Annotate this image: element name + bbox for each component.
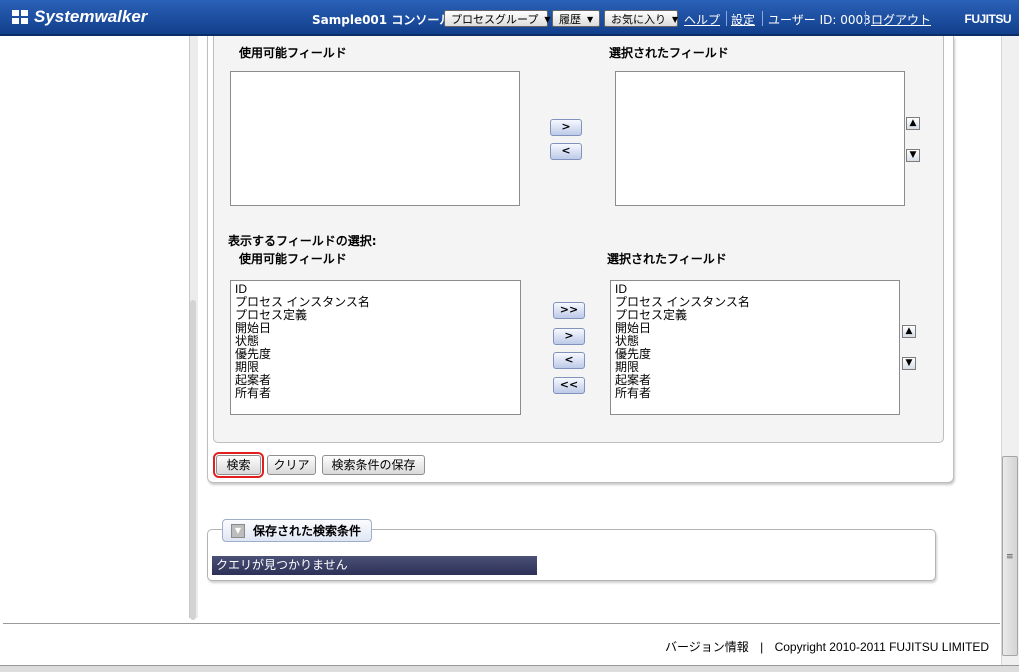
remove-all-button[interactable]: << (553, 377, 585, 394)
history-menu-label: 履歴 (559, 13, 581, 26)
saved-conditions-title: 保存された検索条件 (253, 524, 362, 538)
move-top-icon: ▲ (905, 326, 913, 336)
display-move-top-button[interactable]: ▲ (902, 325, 916, 338)
add-all-button[interactable]: >> (553, 302, 585, 319)
list-item[interactable]: プロセス定義 (615, 309, 895, 322)
settings-link[interactable]: 設定 (731, 11, 755, 28)
header-divider (726, 11, 727, 26)
list-item[interactable]: 期限 (615, 361, 895, 374)
display-selected-fields-list[interactable]: ID プロセス インスタンス名 プロセス定義 開始日 状態 優先度 期限 起案者… (610, 280, 900, 415)
display-selected-fields-label: 選択されたフィールド (607, 252, 727, 266)
process-group-menu-label: プロセスグループ (451, 13, 539, 26)
history-menu[interactable]: 履歴 ▼ (552, 10, 600, 27)
top-header: Systemwalker Sample001 コンソール プロセスグループ ▼ … (0, 0, 1019, 36)
footer-divider (3, 623, 1000, 624)
upper-remove-button[interactable]: < (550, 143, 582, 160)
logout-link[interactable]: ログアウト (871, 11, 931, 28)
move-bottom-icon: ▼ (905, 358, 913, 368)
display-available-fields-list[interactable]: ID プロセス インスタンス名 プロセス定義 開始日 状態 優先度 期限 起案者… (230, 280, 521, 415)
favorites-menu-label: お気に入り (611, 13, 666, 26)
upper-add-button[interactable]: > (550, 119, 582, 136)
help-link[interactable]: ヘルプ (684, 11, 720, 28)
move-bottom-icon: ▼ (909, 150, 917, 160)
console-title: Sample001 コンソール (312, 13, 452, 27)
display-available-fields-label: 使用可能フィールド (239, 252, 347, 266)
list-item[interactable]: 所有者 (615, 387, 895, 400)
clear-button[interactable]: クリア (267, 455, 316, 475)
list-item[interactable]: 開始日 (235, 322, 516, 335)
list-item[interactable]: 起案者 (235, 374, 516, 387)
list-item[interactable]: 起案者 (615, 374, 895, 387)
list-item[interactable]: プロセス定義 (235, 309, 516, 322)
saved-conditions-header[interactable]: ▼ 保存された検索条件 (222, 519, 373, 542)
scrollbar-grip-icon: ≡ (1006, 552, 1014, 562)
list-item[interactable]: 期限 (235, 361, 516, 374)
remove-button[interactable]: < (553, 352, 585, 369)
upper-move-top-button[interactable]: ▲ (906, 117, 920, 130)
search-button[interactable]: 検索 (213, 452, 264, 478)
left-navigation-pane (3, 36, 189, 618)
upper-selected-fields-label: 選択されたフィールド (609, 46, 729, 60)
chevron-down-icon: ▼ (544, 14, 551, 24)
list-item[interactable]: 状態 (235, 335, 516, 348)
list-item[interactable]: 所有者 (235, 387, 516, 400)
list-item[interactable]: 優先度 (615, 348, 895, 361)
upper-available-fields-list[interactable] (230, 71, 520, 206)
systemwalker-logo: Systemwalker (10, 7, 147, 27)
display-fields-section-label: 表示するフィールドの選択: (228, 234, 377, 248)
collapse-arrow-icon: ▼ (231, 523, 245, 538)
list-item[interactable]: 開始日 (615, 322, 895, 335)
process-group-menu[interactable]: プロセスグループ ▼ (444, 10, 551, 27)
upper-available-fields-label: 使用可能フィールド (239, 46, 347, 60)
chevron-down-icon: ▼ (587, 14, 594, 24)
fujitsu-logo: FUJITSU (964, 12, 1011, 26)
upper-selected-fields-list[interactable] (615, 71, 905, 206)
no-query-message: クエリが見つかりません (212, 556, 537, 575)
move-top-icon: ▲ (909, 118, 917, 128)
footer: バージョン情報 | Copyright 2010-2011 FUJITSU LI… (665, 638, 989, 655)
upper-move-bottom-button[interactable]: ▼ (906, 149, 920, 162)
logo-text: Systemwalker (34, 7, 148, 26)
display-move-bottom-button[interactable]: ▼ (902, 357, 916, 370)
user-id-text: ユーザー ID: 0003 (768, 13, 871, 27)
add-button[interactable]: > (553, 328, 585, 345)
pane-splitter-handle[interactable] (190, 300, 196, 620)
version-info-link[interactable]: バージョン情報 (665, 640, 749, 654)
favorites-menu[interactable]: お気に入り ▼ (604, 10, 678, 27)
chevron-down-icon: ▼ (672, 14, 679, 24)
list-item[interactable]: 状態 (615, 335, 895, 348)
save-search-button[interactable]: 検索条件の保存 (322, 455, 425, 475)
header-divider (762, 11, 763, 26)
header-divider (865, 11, 866, 26)
list-item[interactable]: 優先度 (235, 348, 516, 361)
systemwalker-logo-icon (12, 10, 28, 24)
copyright-text: Copyright 2010-2011 FUJITSU LIMITED (774, 640, 990, 654)
footer-separator: | (760, 640, 764, 654)
